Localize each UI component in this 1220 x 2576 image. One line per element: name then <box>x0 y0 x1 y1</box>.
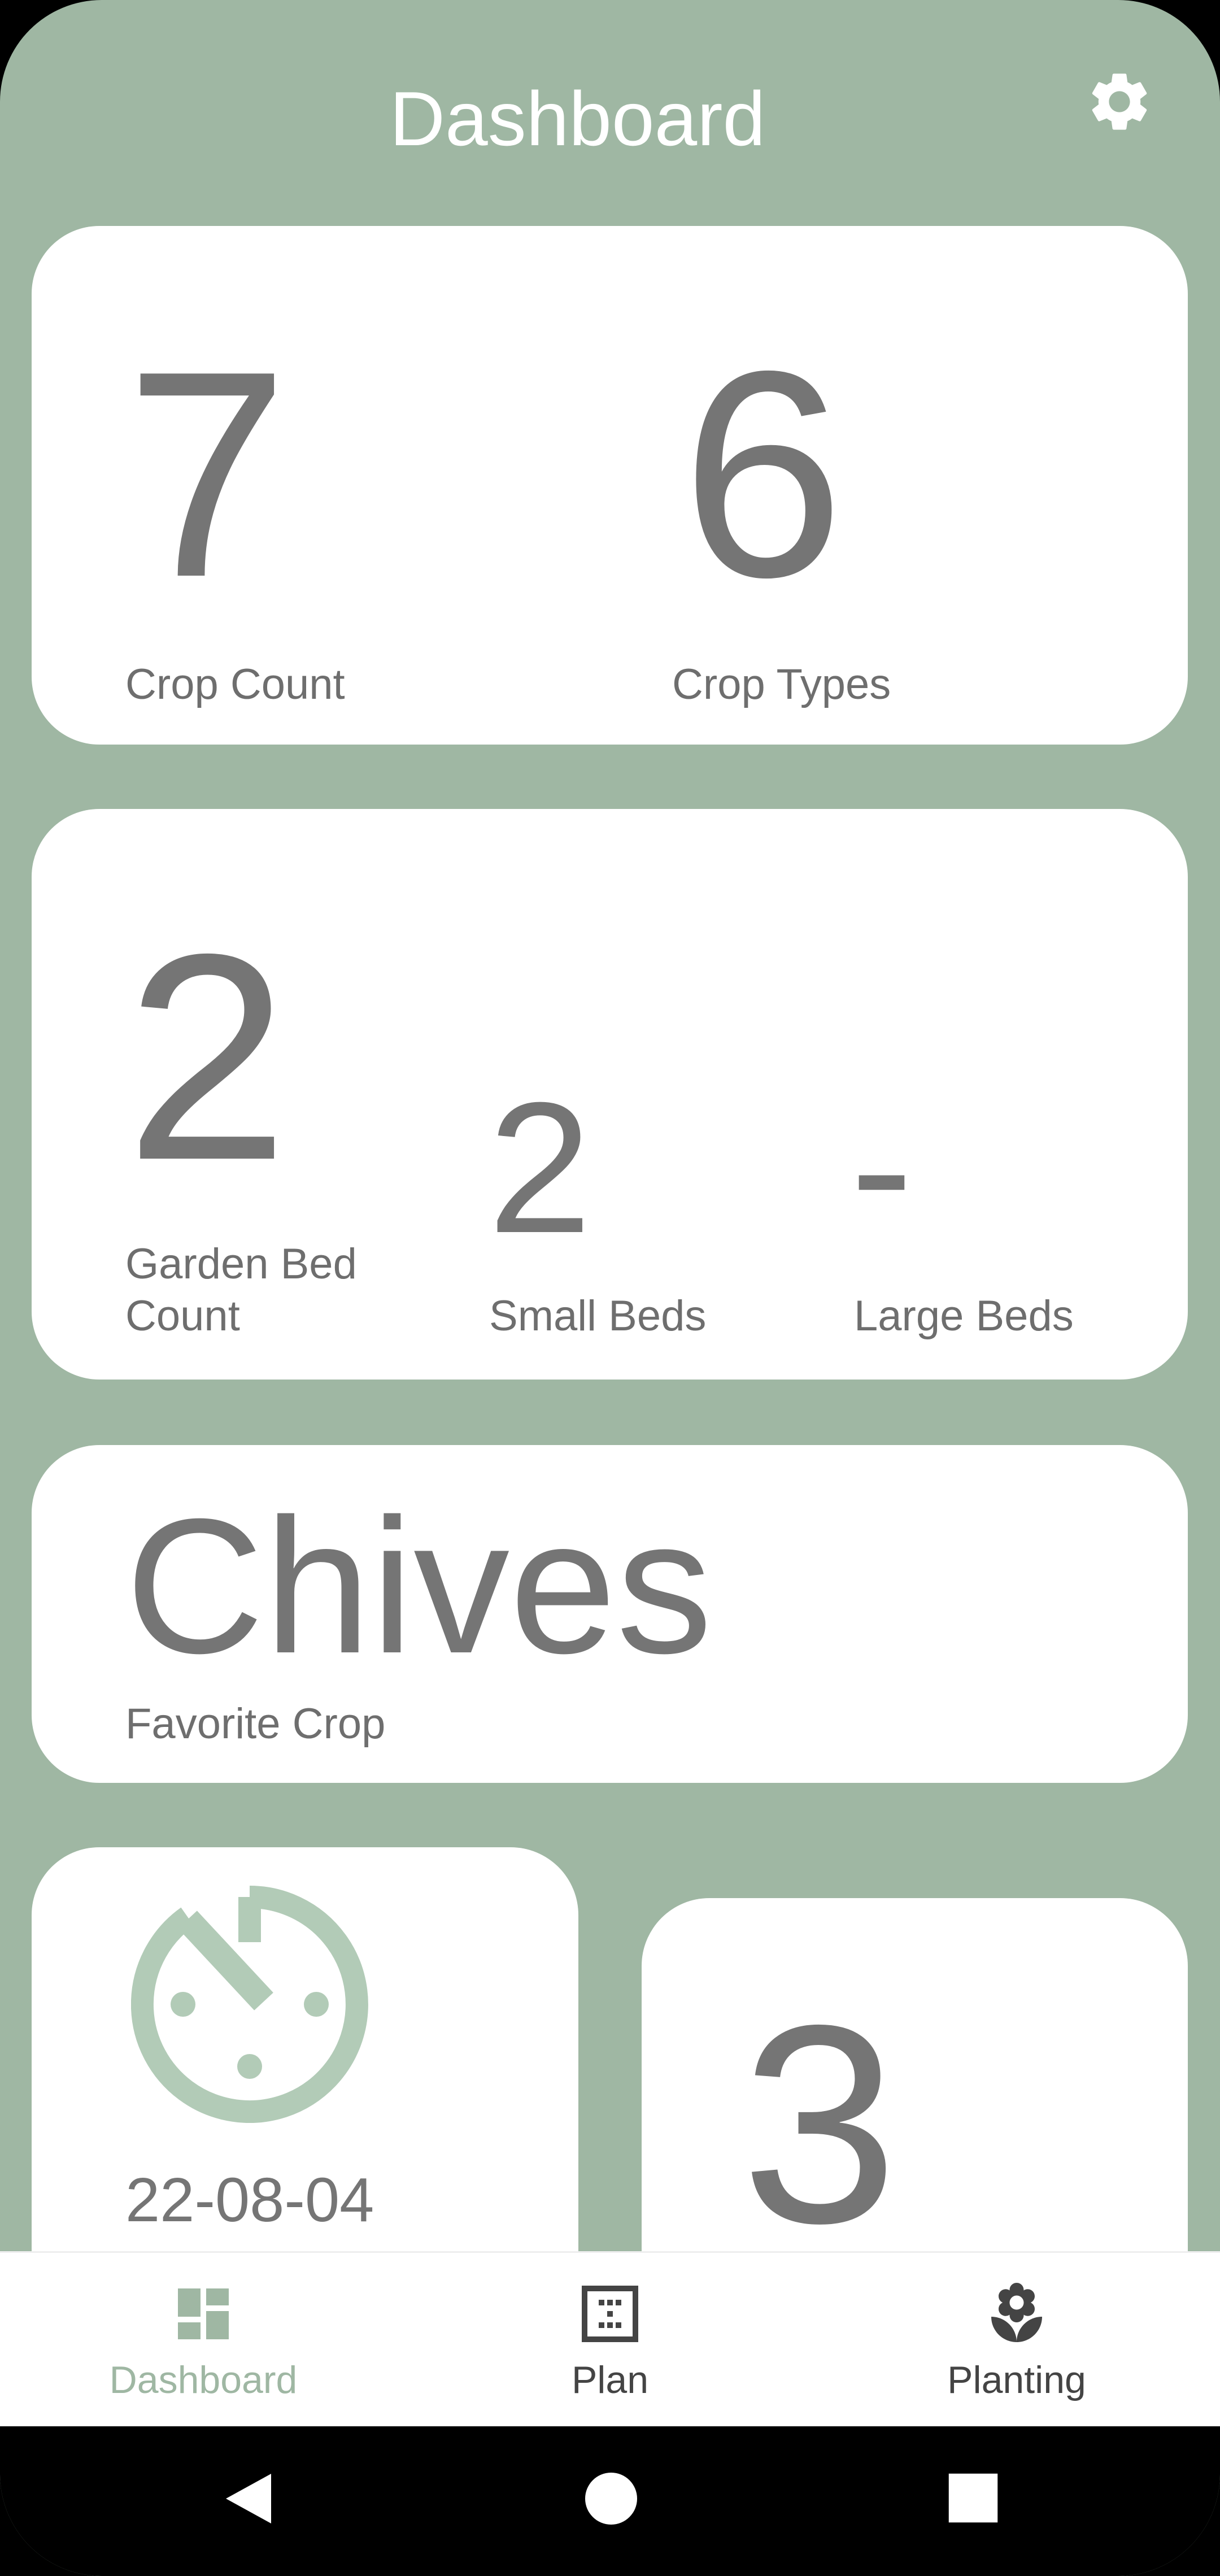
date-value: 22-08-04 <box>125 2165 374 2235</box>
crop-count-value: 7 <box>125 310 289 638</box>
clock-icon <box>131 1886 368 2123</box>
nav-label-planting: Planting <box>947 2359 1086 2401</box>
flower-icon <box>991 2283 1042 2342</box>
bottom-navigation: Dashboard Plan Planting <box>0 2251 1220 2428</box>
count-value: 3 <box>741 1966 899 2282</box>
nav-item-plan[interactable]: Plan <box>407 2253 813 2428</box>
crop-stats-card[interactable]: 7 Crop Count 6 Crop Types <box>32 226 1188 745</box>
garden-bed-count-value: 2 <box>125 893 289 1221</box>
dashboard-icon <box>178 2288 229 2339</box>
nav-label-dashboard: Dashboard <box>109 2359 298 2401</box>
app-screen: Dashboard 7 Crop Count 6 Crop Types 2 Ga… <box>0 0 1220 2576</box>
large-beds-value: - <box>851 1063 913 1272</box>
nav-item-dashboard[interactable]: Dashboard <box>0 2253 407 2428</box>
gear-icon[interactable] <box>1084 67 1154 137</box>
favorite-crop-value: Chives <box>125 1479 713 1694</box>
crop-count-label: Crop Count <box>125 660 345 708</box>
nav-label-plan: Plan <box>571 2359 649 2401</box>
small-beds-label: Small Beds <box>489 1292 707 1340</box>
system-navigation-bar <box>0 2426 1220 2576</box>
favorite-crop-label: Favorite Crop <box>125 1700 386 1748</box>
large-beds-label: Large Beds <box>854 1292 1074 1340</box>
crop-types-label: Crop Types <box>672 660 891 708</box>
garden-bed-stats-card[interactable]: 2 Garden Bed Count 2 Small Beds - Large … <box>32 809 1188 1380</box>
nav-item-planting[interactable]: Planting <box>813 2253 1220 2428</box>
garden-bed-count-label: Garden Bed Count <box>125 1240 357 1340</box>
crop-types-value: 6 <box>681 310 845 638</box>
back-icon[interactable] <box>220 2470 277 2527</box>
page-title: Dashboard <box>389 76 766 162</box>
home-icon[interactable] <box>583 2470 639 2527</box>
recents-icon[interactable] <box>947 2471 1000 2525</box>
grid-plan-icon <box>582 2286 638 2342</box>
small-beds-value: 2 <box>488 1063 592 1272</box>
favorite-crop-card[interactable]: Chives Favorite Crop <box>32 1445 1188 1783</box>
